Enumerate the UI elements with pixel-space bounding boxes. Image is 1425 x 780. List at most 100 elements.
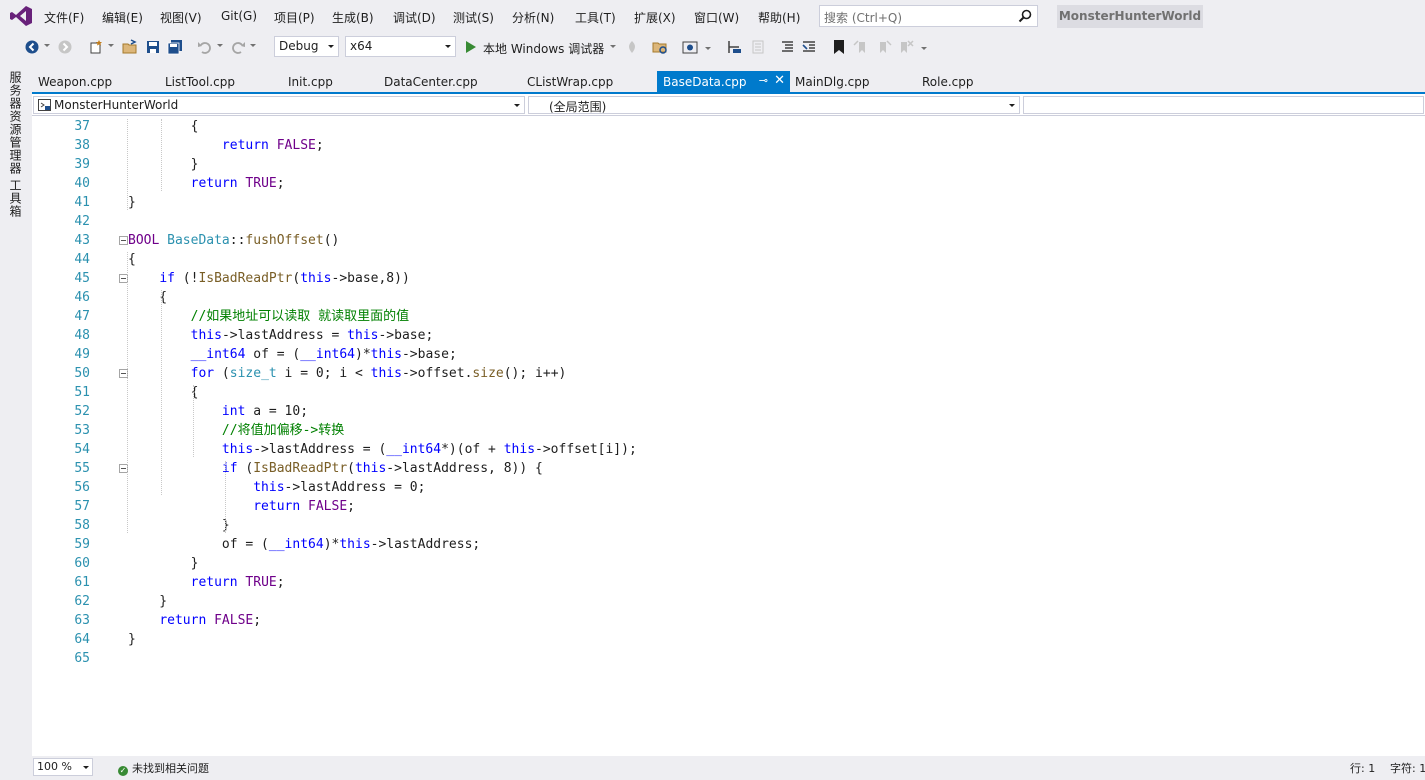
code-line[interactable]: {	[128, 250, 136, 269]
tab-label: Role.cpp	[922, 75, 974, 89]
tab-clistwrap-cpp[interactable]: CListWrap.cpp	[521, 71, 656, 94]
code-line[interactable]: return TRUE;	[128, 573, 285, 592]
menu-project[interactable]: 项目(P)	[274, 9, 315, 26]
tab-role-cpp[interactable]: Role.cpp	[916, 71, 1006, 94]
configuration-select[interactable]: Debug	[274, 36, 339, 57]
pin-icon[interactable]: ⊸	[759, 74, 768, 87]
code-line[interactable]: __int64 of = (__int64)*this->base;	[128, 345, 457, 364]
chevron-down-icon[interactable]	[610, 45, 616, 48]
line-indicator: 行: 1	[1350, 762, 1376, 775]
menu-analyze[interactable]: 分析(N)	[512, 9, 554, 26]
menu-tools[interactable]: 工具(T)	[575, 9, 616, 26]
solution-explorer-icon[interactable]	[652, 39, 668, 55]
screenshot-dropdown-icon[interactable]	[705, 47, 711, 50]
visual-studio-logo-icon	[10, 6, 32, 26]
code-line[interactable]: of = (__int64)*this->lastAddress;	[128, 535, 480, 554]
menu-file[interactable]: 文件(F)	[44, 9, 84, 26]
global-scope-select[interactable]: (全局范围)	[528, 96, 1020, 114]
server-explorer-tab[interactable]: 服务器资源管理器	[7, 71, 24, 175]
code-line[interactable]: return FALSE;	[128, 611, 261, 630]
menu-test[interactable]: 测试(S)	[453, 9, 494, 26]
new-project-icon[interactable]	[88, 39, 104, 55]
code-line[interactable]: return FALSE;	[128, 497, 355, 516]
play-icon	[466, 41, 476, 53]
menu-help[interactable]: 帮助(H)	[758, 9, 800, 26]
code-line[interactable]: }	[128, 516, 230, 535]
menu-view[interactable]: 视图(V)	[160, 9, 202, 26]
menu-extensions[interactable]: 扩展(X)	[634, 9, 676, 26]
tab-weapon-cpp[interactable]: Weapon.cpp	[32, 71, 150, 94]
tab-datacenter-cpp[interactable]: DataCenter.cpp	[378, 71, 513, 94]
redo-icon[interactable]	[230, 39, 246, 55]
code-line[interactable]: }	[128, 630, 136, 649]
tab-basedata-cpp[interactable]: BaseData.cpp ⊸ ✕	[657, 71, 790, 94]
step-over-icon[interactable]	[750, 39, 766, 55]
undo-icon[interactable]	[197, 39, 213, 55]
project-scope-value: MonsterHunterWorld	[54, 98, 179, 112]
tab-listtool-cpp[interactable]: ListTool.cpp	[159, 71, 277, 94]
code-line[interactable]: for (size_t i = 0; i < this->offset.size…	[128, 364, 567, 383]
open-file-icon[interactable]	[122, 39, 138, 55]
code-line[interactable]: }	[128, 592, 167, 611]
indent-guide	[161, 290, 162, 495]
toolbar-overflow-icon[interactable]	[921, 47, 927, 50]
navigate-back-icon[interactable]	[24, 39, 40, 55]
issues-indicator[interactable]: ✓ 未找到相关问题	[118, 760, 209, 776]
code-line[interactable]: }	[128, 554, 199, 573]
menu-bar: 文件(F) 编辑(E) 视图(V) Git(G) 项目(P) 生成(B) 调试(…	[0, 0, 1425, 33]
code-line[interactable]: if (!IsBadReadPtr(this->base,8))	[128, 269, 409, 288]
menu-build[interactable]: 生成(B)	[332, 9, 374, 26]
prev-bookmark-icon[interactable]	[853, 39, 869, 55]
menu-git[interactable]: Git(G)	[221, 9, 257, 23]
member-scope-select[interactable]	[1023, 96, 1424, 114]
code-editor[interactable]: 37 38 39 40 41 42 43 44 45 46 47 48 49 50 51 52 53 54 55 56…	[32, 116, 1425, 756]
hot-reload-icon[interactable]	[624, 39, 640, 55]
code-line[interactable]: if (IsBadReadPtr(this->lastAddress, 8)) …	[128, 459, 543, 478]
code-line[interactable]: //如果地址可以读取 就读取里面的值	[128, 307, 409, 326]
code-line[interactable]: this->lastAddress = (__int64*)(of + this…	[128, 440, 637, 459]
outdent-icon[interactable]	[779, 39, 795, 55]
line-number: 49	[74, 347, 90, 362]
step-into-icon[interactable]	[727, 39, 743, 55]
code-line[interactable]: }	[128, 155, 199, 174]
navigate-forward-icon[interactable]	[57, 39, 73, 55]
new-dropdown-icon[interactable]	[108, 44, 114, 47]
code-line[interactable]: {	[128, 117, 199, 136]
menu-edit[interactable]: 编辑(E)	[102, 9, 143, 26]
comment-lines-icon[interactable]	[801, 39, 817, 55]
line-number: 60	[74, 556, 90, 571]
tab-maindlg-cpp[interactable]: MainDlg.cpp	[789, 71, 914, 94]
search-input[interactable]: 搜索 (Ctrl+Q)	[819, 5, 1038, 27]
tab-init-cpp[interactable]: Init.cpp	[282, 71, 372, 94]
line-number-gutter: 37 38 39 40 41 42 43 44 45 46 47 48 49 50 51 52 53 54 55 56…	[32, 116, 118, 756]
project-scope-select[interactable]: MonsterHunterWorld	[33, 96, 525, 114]
code-line[interactable]: {	[128, 383, 199, 402]
save-all-icon[interactable]	[167, 39, 183, 55]
back-dropdown-icon[interactable]	[44, 44, 50, 47]
code-line[interactable]: BOOL BaseData::fushOffset()	[128, 231, 339, 250]
clear-bookmarks-icon[interactable]	[898, 39, 914, 55]
collapse-icon[interactable]	[119, 236, 128, 245]
code-line[interactable]: return FALSE;	[128, 136, 324, 155]
zoom-select[interactable]: 100 %	[33, 758, 93, 776]
close-icon[interactable]: ✕	[774, 73, 785, 88]
tab-label: Weapon.cpp	[38, 75, 113, 89]
screenshot-icon[interactable]	[682, 39, 698, 55]
code-line[interactable]: int a = 10;	[128, 402, 308, 421]
code-line[interactable]: return TRUE;	[128, 174, 285, 193]
save-icon[interactable]	[145, 39, 161, 55]
redo-dropdown-icon[interactable]	[250, 44, 256, 47]
menu-window[interactable]: 窗口(W)	[694, 9, 739, 26]
start-debugger-button[interactable]: 本地 Windows 调试器	[463, 37, 619, 57]
code-line[interactable]: this->lastAddress = this->base;	[128, 326, 434, 345]
start-debugger-label: 本地 Windows 调试器	[483, 42, 605, 56]
undo-dropdown-icon[interactable]	[217, 44, 223, 47]
code-line[interactable]: this->lastAddress = 0;	[128, 478, 425, 497]
platform-select[interactable]: x64	[345, 36, 456, 57]
bookmark-icon[interactable]	[831, 39, 847, 55]
toolbox-tab[interactable]: 工具箱	[7, 179, 24, 218]
code-line[interactable]: }	[128, 193, 136, 212]
next-bookmark-icon[interactable]	[876, 39, 892, 55]
line-number: 55	[74, 461, 90, 476]
menu-debug[interactable]: 调试(D)	[393, 9, 436, 26]
